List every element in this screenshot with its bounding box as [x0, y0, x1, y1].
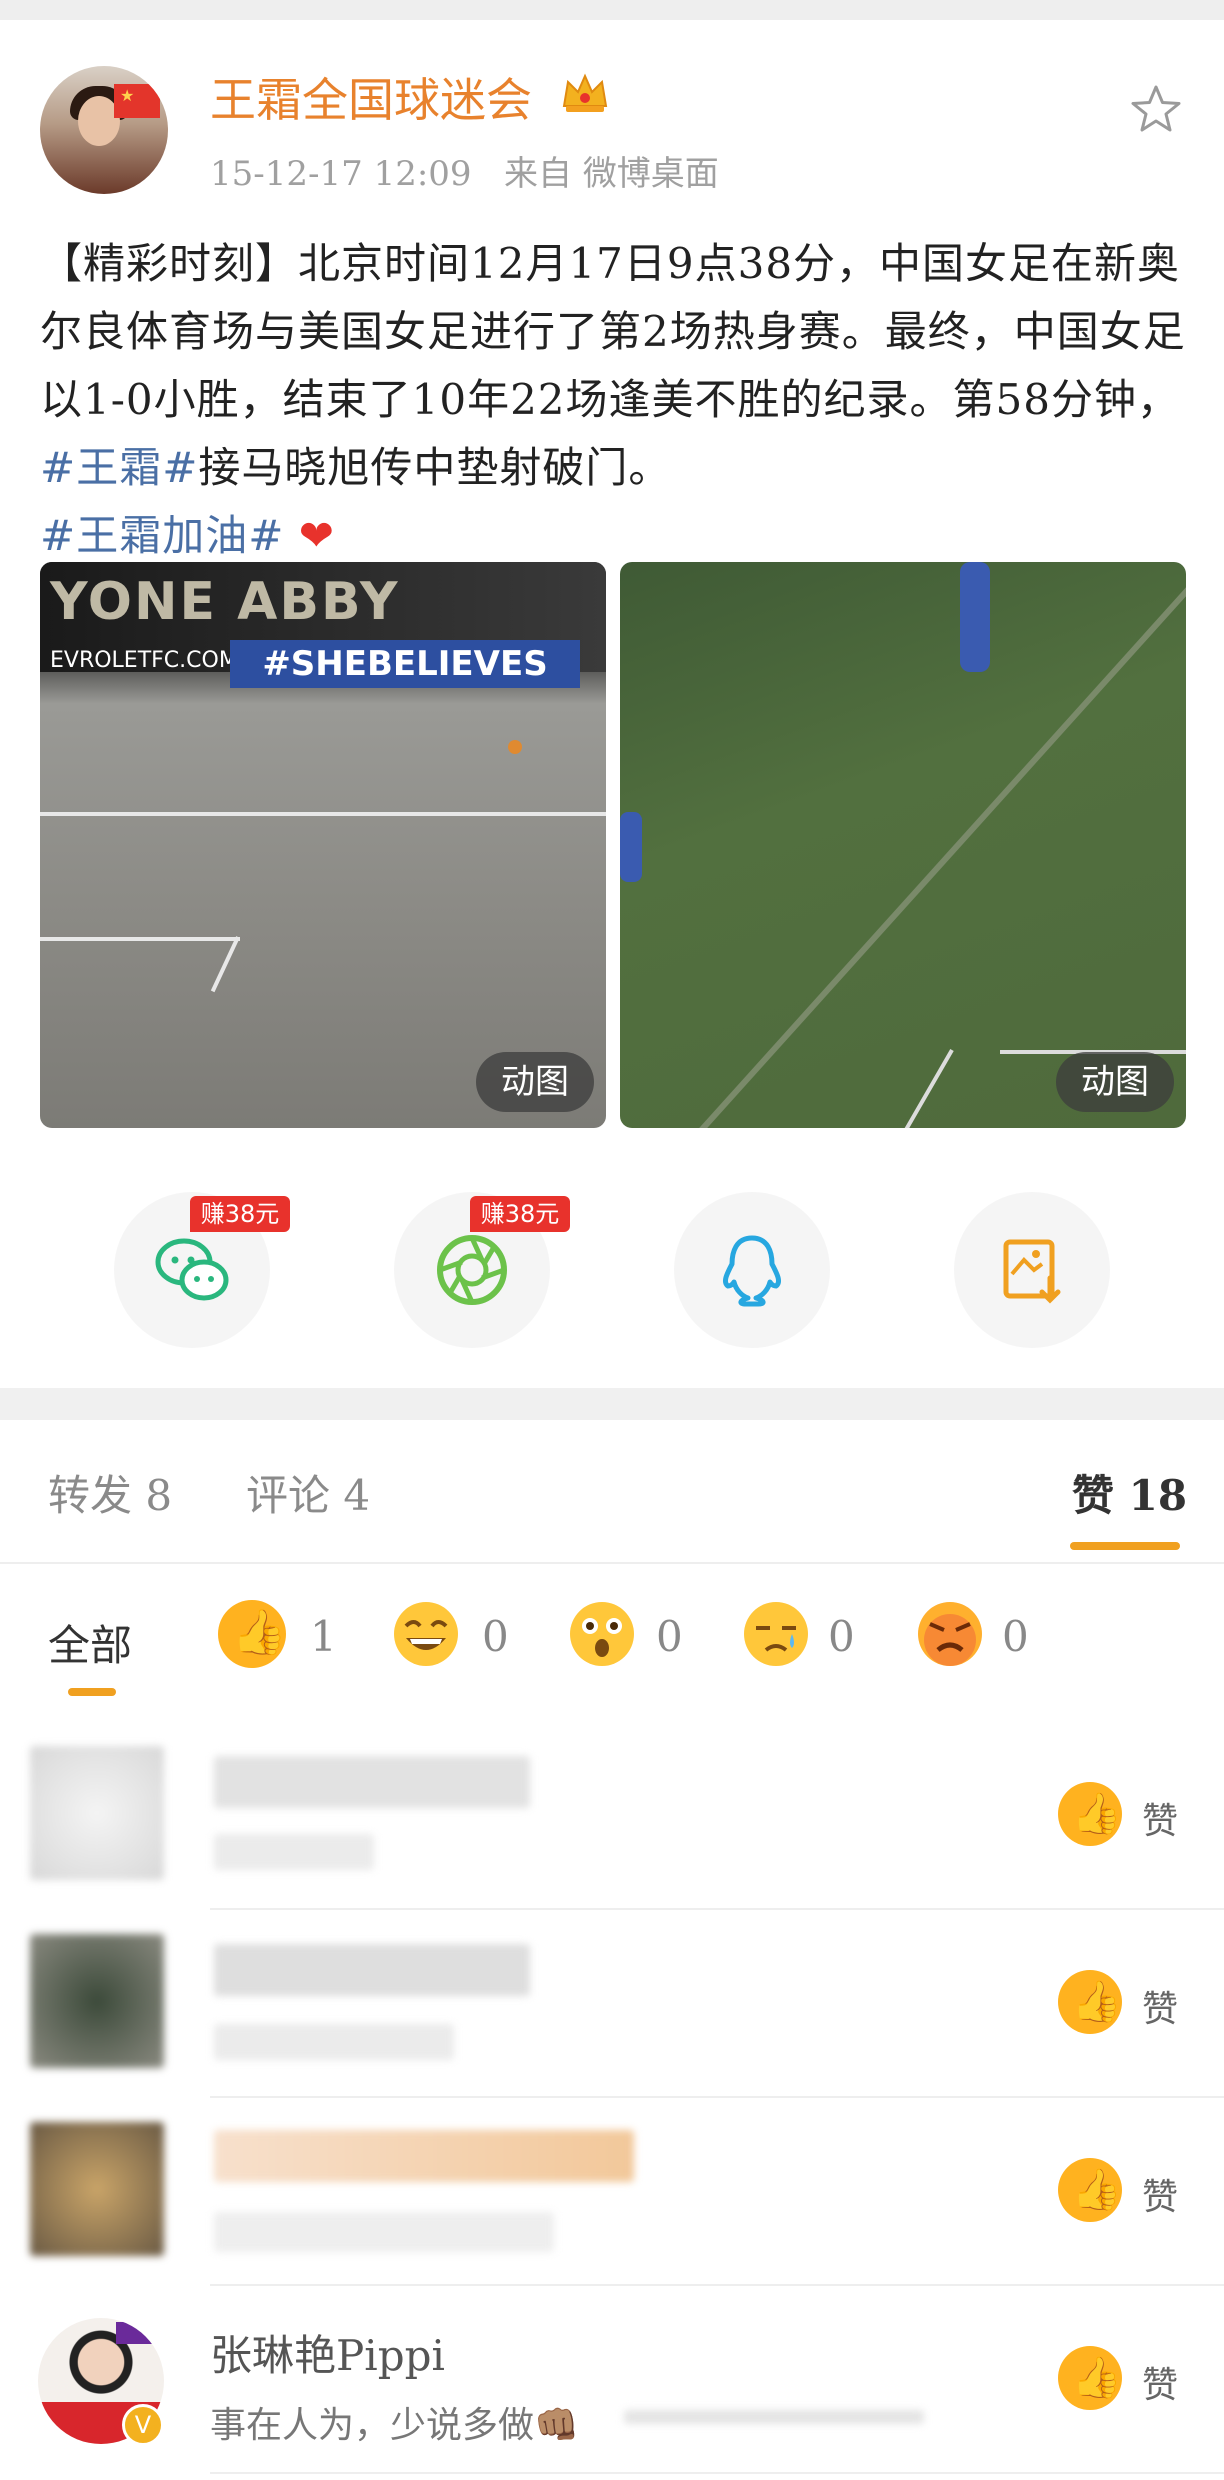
- save-image-icon: [1003, 1239, 1061, 1304]
- field-line: [900, 1049, 954, 1128]
- filter-active-indicator: [68, 1688, 116, 1696]
- field-line: [40, 812, 606, 816]
- angry-reaction-icon[interactable]: [916, 1600, 984, 1668]
- thumbs-up-reaction-icon[interactable]: 👍: [218, 1600, 287, 1668]
- liker-bio-redacted: [624, 2410, 924, 2424]
- angry-count: 0: [1002, 1612, 1029, 1661]
- banner-small-text: EVROLETFC.COM: [50, 648, 238, 673]
- like-thumb-icon[interactable]: 👍: [1058, 2346, 1122, 2410]
- liker-name[interactable]: 张琳艳Pippi: [210, 2322, 445, 2383]
- liker-bio-redacted: [214, 1834, 374, 1870]
- like-button-label[interactable]: 赞: [1142, 2356, 1178, 2408]
- filter-all[interactable]: 全部: [48, 1612, 132, 1673]
- row-divider: [210, 2284, 1224, 2286]
- post-time: 15-12-17 12:09: [210, 154, 472, 194]
- top-edge: [0, 0, 1224, 20]
- crown-icon: [562, 73, 608, 112]
- sad-count: 0: [828, 1612, 855, 1661]
- gif-image-1[interactable]: YONE ABBY EVROLETFC.COM #SHEBELIEVES 动图: [40, 562, 606, 1128]
- liker-name-redacted: [214, 2130, 634, 2182]
- liker-avatar[interactable]: [30, 1934, 164, 2068]
- author-name[interactable]: 王霜全国球迷会: [210, 64, 532, 130]
- hashtag-wangshuang[interactable]: #王霜#: [40, 443, 198, 492]
- tab-divider: [0, 1562, 1224, 1564]
- wechat-icon: [155, 1238, 229, 1301]
- tab-active-indicator: [1070, 1542, 1180, 1550]
- post-text: 【精彩时刻】北京时间12月17日9点38分，中国女足在新奥尔良体育场与美国女足进…: [40, 230, 1190, 570]
- moments-reward-badge: 赚38元: [470, 1196, 570, 1232]
- like-button-label[interactable]: 赞: [1142, 1980, 1178, 2032]
- sad-reaction-icon[interactable]: [742, 1600, 810, 1668]
- gif-badge: 动图: [1056, 1052, 1174, 1112]
- section-separator: [0, 1388, 1224, 1420]
- surprised-count: 0: [656, 1612, 683, 1661]
- share-qq-button[interactable]: [674, 1192, 830, 1348]
- post-meta: 15-12-17 12:09 来自 微博桌面: [210, 146, 719, 195]
- post-text-part2: 接马晓旭传中垫射破门。: [198, 443, 672, 492]
- gif-image-2[interactable]: 动图: [620, 562, 1186, 1128]
- source-prefix: 来自: [504, 154, 572, 194]
- wechat-reward-badge: 赚38元: [190, 1196, 290, 1232]
- player-figure: [620, 812, 642, 882]
- tab-like[interactable]: 赞 18: [1072, 1462, 1187, 1523]
- liker-bio-redacted: [214, 2024, 454, 2060]
- post-text-part1: 【精彩时刻】北京时间12月17日9点38分，中国女足在新奥尔良体育场与美国女足进…: [40, 239, 1186, 424]
- row-divider: [210, 2472, 1224, 2474]
- player-figure: [960, 562, 990, 672]
- field-line: [683, 580, 1186, 1128]
- gif-badge: 动图: [476, 1052, 594, 1112]
- row-divider: [210, 2096, 1224, 2098]
- tab-comment[interactable]: 评论 4: [246, 1462, 370, 1523]
- like-thumb-icon[interactable]: 👍: [1058, 1970, 1122, 2034]
- liker-name-redacted: [214, 1944, 530, 1996]
- save-image-button[interactable]: [954, 1192, 1110, 1348]
- field-line: [40, 937, 240, 941]
- like-button-label[interactable]: 赞: [1142, 2168, 1178, 2220]
- shebelieves-ad: #SHEBELIEVES: [230, 640, 580, 688]
- liker-name-redacted: [214, 1756, 530, 1808]
- liker-avatar[interactable]: [30, 1746, 164, 1880]
- tab-repost[interactable]: 转发 8: [48, 1462, 172, 1523]
- field-line: [210, 936, 240, 993]
- liker-bio: 事在人为，少说多做👊🏽: [210, 2405, 579, 2446]
- liker-bio-redacted: [214, 2212, 554, 2252]
- thumbs-up-count: 1: [310, 1612, 337, 1661]
- verified-badge-icon: V: [122, 2404, 164, 2446]
- post-source: 微博桌面: [582, 154, 719, 194]
- grin-reaction-icon[interactable]: [392, 1600, 460, 1668]
- ball: [508, 740, 522, 754]
- grin-count: 0: [482, 1612, 509, 1661]
- moments-icon: [437, 1235, 507, 1305]
- hashtag-wangshuang-jiayou[interactable]: #王霜加油#: [40, 511, 284, 560]
- banner-text: YONE ABBY: [50, 572, 400, 632]
- row-divider: [210, 1908, 1224, 1910]
- author-avatar[interactable]: [40, 66, 168, 194]
- heart-icon: ❤: [298, 511, 335, 560]
- qq-icon: [723, 1235, 781, 1307]
- like-thumb-icon[interactable]: 👍: [1058, 2158, 1122, 2222]
- like-button-label[interactable]: 赞: [1142, 1792, 1178, 1844]
- liker-avatar[interactable]: [30, 2122, 164, 2256]
- surprised-reaction-icon[interactable]: [568, 1600, 636, 1668]
- favorite-star-icon[interactable]: [1128, 82, 1184, 138]
- like-thumb-icon[interactable]: 👍: [1058, 1782, 1122, 1846]
